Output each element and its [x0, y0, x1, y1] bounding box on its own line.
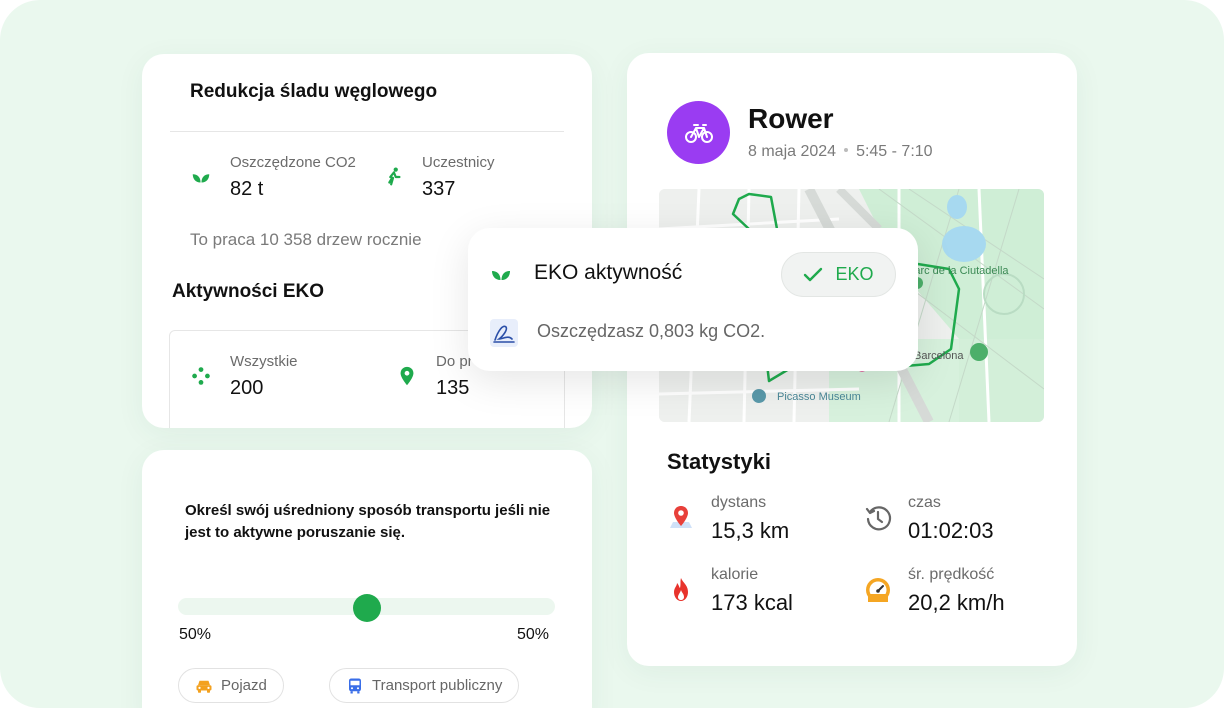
left-percent: 50%	[179, 626, 212, 643]
car-icon	[196, 680, 212, 693]
stat-distance: dystans 15,3 km	[667, 494, 857, 550]
map-label-park: Parc de la Ciutadella	[907, 265, 1009, 277]
activity-meta: 8 maja 2024 5:45 - 7:10	[748, 143, 933, 161]
stats-title: Statystyki	[667, 449, 771, 474]
participants-value: 337	[422, 178, 456, 200]
stat-calories: kalorie 173 kcal	[667, 566, 857, 622]
activity-title: Rower	[748, 103, 834, 134]
calories-label: kalorie	[711, 566, 759, 583]
trees-note: To praca 10 358 drzew rocznie	[190, 230, 422, 249]
flame-icon	[674, 578, 688, 601]
map-pin-icon	[670, 506, 692, 528]
slider-knob[interactable]	[352, 594, 381, 622]
leaf-icon	[192, 174, 210, 183]
time-value: 01:02:03	[908, 518, 994, 543]
distance-value: 15,3 km	[711, 518, 790, 543]
map-label-museum: Picasso Museum	[777, 391, 861, 403]
time-label: czas	[908, 494, 941, 511]
stat-speed: śr. prędkość 20,2 km/h	[864, 566, 1054, 622]
divider	[170, 131, 564, 132]
signature-icon	[490, 319, 518, 347]
eco-badge[interactable]: EKO	[781, 252, 896, 297]
stat-participants: Uczestnicy 337	[382, 154, 562, 204]
separator-dot	[844, 147, 849, 152]
bus-icon	[349, 678, 361, 693]
eco-popup-title: EKO aktywność	[534, 261, 683, 284]
dots-icon	[192, 367, 210, 385]
eco-popup-message: Oszczędzasz 0,803 kg CO2.	[537, 321, 766, 341]
distance-label: dystans	[711, 494, 767, 511]
location-pin-icon	[400, 366, 414, 386]
stat-all-activities: Wszystkie 200	[190, 353, 370, 403]
running-person-icon	[388, 167, 401, 186]
transport-slider[interactable]	[178, 594, 555, 622]
eco-badge-label: EKO	[835, 264, 874, 284]
all-activities-value: 200	[230, 377, 264, 399]
leaf-icon	[492, 271, 510, 280]
option-public-transport-button[interactable]: Transport publiczny	[329, 668, 520, 703]
calories-value: 173 kcal	[711, 590, 793, 615]
speedometer-icon	[866, 578, 890, 602]
right-percent: 50%	[517, 626, 550, 643]
eco-activity-popup: EKO aktywność EKO Oszczędzasz 0,803 kg C…	[468, 228, 918, 371]
co2-saved-value: 82 t	[230, 178, 264, 200]
option-public-transport-label: Transport publiczny	[372, 677, 503, 694]
option-vehicle-button[interactable]: Pojazd	[178, 668, 284, 703]
co2-saved-label: Oszczędzone CO2	[230, 154, 356, 171]
bicycle-icon	[684, 123, 713, 143]
second-activities-label: Do pr	[436, 353, 473, 370]
activity-date: 8 maja 2024	[748, 143, 837, 160]
activity-avatar	[667, 101, 730, 164]
transport-question: Określ swój uśredniony sposób transportu…	[185, 502, 551, 541]
history-clock-icon	[865, 506, 892, 531]
speed-value: 20,2 km/h	[908, 590, 1005, 615]
stat-time: czas 01:02:03	[864, 494, 1054, 550]
speed-label: śr. prędkość	[908, 566, 995, 583]
all-activities-label: Wszystkie	[230, 353, 298, 370]
second-activities-value: 135	[436, 377, 470, 399]
activity-time: 5:45 - 7:10	[856, 143, 933, 160]
check-icon	[804, 267, 823, 281]
participants-label: Uczestnicy	[422, 154, 495, 171]
transport-card: Określ swój uśredniony sposób transportu…	[142, 450, 592, 708]
eco-activities-title: Aktywności EKO	[172, 281, 325, 302]
stat-co2-saved: Oszczędzone CO2 82 t	[190, 154, 370, 204]
map-label-city: Barcelona	[914, 350, 964, 362]
option-vehicle-label: Pojazd	[221, 677, 267, 694]
carbon-card-title: Redukcja śladu węglowego	[190, 81, 438, 102]
